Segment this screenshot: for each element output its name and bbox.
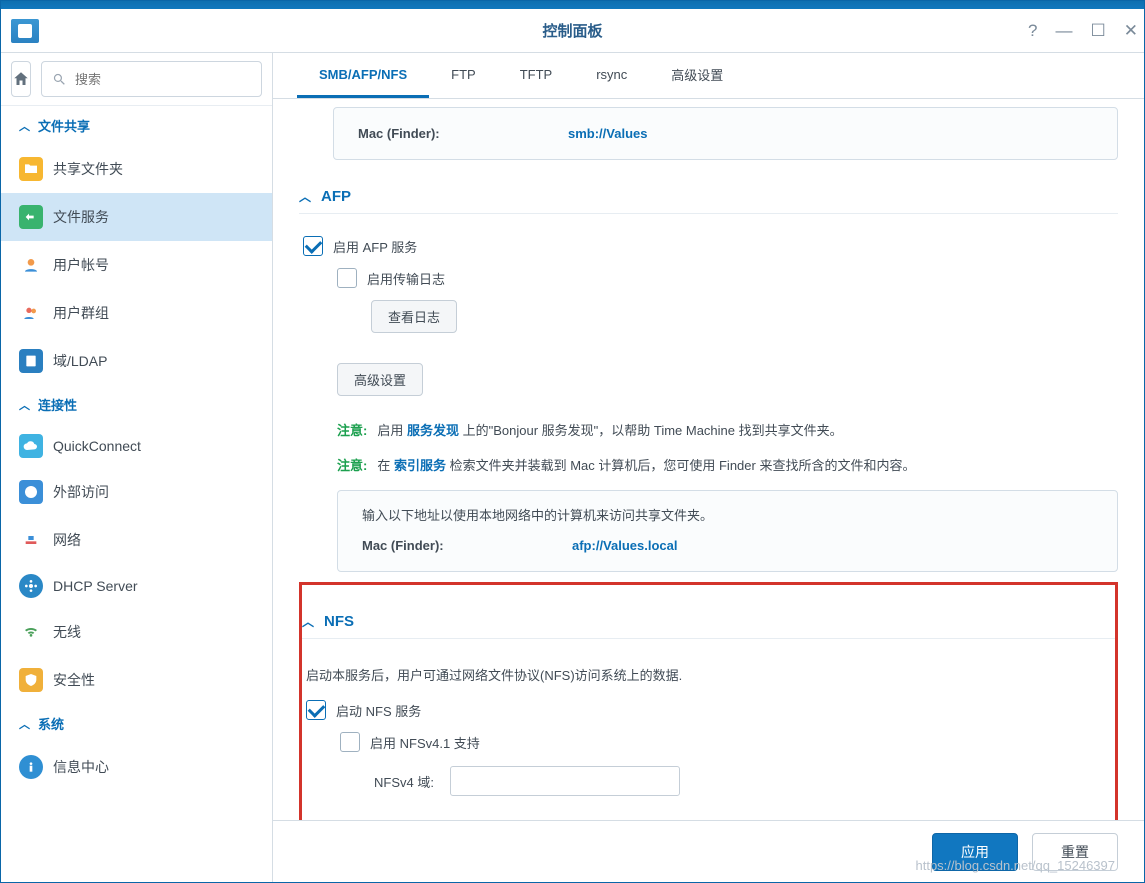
sidebar-item-group[interactable]: 用户群组 xyxy=(1,289,272,337)
home-icon xyxy=(12,70,30,88)
globe-icon xyxy=(19,480,43,504)
afp-section-header[interactable]: ︿AFP xyxy=(299,188,1118,214)
close-icon[interactable]: ✕ xyxy=(1124,21,1138,41)
sidebar-item-dhcp[interactable]: DHCP Server xyxy=(1,564,272,608)
sidebar-item-network[interactable]: 网络 xyxy=(1,516,272,564)
chevron-up-icon: ︿ xyxy=(19,118,30,134)
window-title: 控制面板 xyxy=(1,20,1144,41)
afp-log-checkbox[interactable] xyxy=(337,268,357,288)
home-button[interactable] xyxy=(11,61,31,97)
footer: https://blog.csdn.net/qq_15246397 应用 重置 xyxy=(273,820,1144,882)
window-top-border xyxy=(1,1,1144,9)
info-icon xyxy=(19,755,43,779)
sidebar-section-file-sharing[interactable]: ︿文件共享 xyxy=(1,106,272,145)
nfs-section-header[interactable]: ︿NFS xyxy=(302,613,1115,639)
ldap-icon xyxy=(19,349,43,373)
sidebar-item-wireless[interactable]: 无线 xyxy=(1,608,272,656)
dhcp-icon xyxy=(19,574,43,598)
smb-mac-label: Mac (Finder): xyxy=(358,126,568,141)
tab-ftp[interactable]: FTP xyxy=(429,53,498,98)
sidebar-item-file-services[interactable]: 文件服务 xyxy=(1,193,272,241)
nfs-v41-label: 启用 NFSv4.1 支持 xyxy=(370,733,480,752)
nfs-enable-checkbox[interactable] xyxy=(306,700,326,720)
cloud-icon xyxy=(19,434,43,458)
nfs-highlight-box: ︿NFS 启动本服务后，用户可通过网络文件协议(NFS)访问系统上的数据. 启动… xyxy=(299,582,1118,820)
smb-mac-value: smb://Values xyxy=(568,126,647,141)
tab-rsync[interactable]: rsync xyxy=(574,53,649,98)
search-icon xyxy=(52,72,67,87)
chevron-up-icon: ︿ xyxy=(302,613,314,630)
afp-note-2: 注意:在 索引服务 检索文件夹并装载到 Mac 计算机后，您可使用 Finder… xyxy=(337,447,1118,482)
folder-icon xyxy=(19,157,43,181)
wifi-icon xyxy=(19,620,43,644)
apply-button[interactable]: 应用 xyxy=(932,833,1018,871)
title-bar: 控制面板 ? — ☐ ✕ xyxy=(1,9,1144,53)
nfs-domain-label: NFSv4 域: xyxy=(374,772,434,791)
tab-advanced[interactable]: 高级设置 xyxy=(649,53,745,98)
help-icon[interactable]: ? xyxy=(1028,21,1037,41)
sidebar-item-shared-folder[interactable]: 共享文件夹 xyxy=(1,145,272,193)
afp-mac-value: afp://Values.local xyxy=(572,538,678,553)
network-icon xyxy=(19,528,43,552)
file-service-icon xyxy=(19,205,43,229)
view-log-button[interactable]: 查看日志 xyxy=(371,300,457,333)
chevron-up-icon: ︿ xyxy=(299,188,311,205)
tab-tftp[interactable]: TFTP xyxy=(498,53,575,98)
maximize-icon[interactable]: ☐ xyxy=(1091,21,1106,41)
sidebar-item-quickconnect[interactable]: QuickConnect xyxy=(1,424,272,468)
afp-enable-label: 启用 AFP 服务 xyxy=(333,237,417,256)
nfs-description: 启动本服务后，用户可通过网络文件协议(NFS)访问系统上的数据. xyxy=(306,655,1115,694)
user-icon xyxy=(19,253,43,277)
smb-info-box: Mac (Finder):smb://Values xyxy=(333,107,1118,160)
afp-info-box: 输入以下地址以使用本地网络中的计算机来访问共享文件夹。 Mac (Finder)… xyxy=(337,490,1118,572)
afp-mac-label: Mac (Finder): xyxy=(362,538,572,553)
nfs-enable-label: 启动 NFS 服务 xyxy=(336,701,421,720)
afp-note-1: 注意:启用 服务发现 上的"Bonjour 服务发现"，以帮助 Time Mac… xyxy=(337,412,1118,447)
minimize-icon[interactable]: — xyxy=(1056,21,1073,41)
chevron-up-icon: ︿ xyxy=(19,716,30,732)
reset-button[interactable]: 重置 xyxy=(1032,833,1118,871)
sidebar: ︿文件共享 共享文件夹 文件服务 用户帐号 用户群组 域/LDAP ︿连接性 Q… xyxy=(1,53,273,882)
service-discovery-link[interactable]: 服务发现 xyxy=(407,423,459,438)
sidebar-item-security[interactable]: 安全性 xyxy=(1,656,272,704)
afp-advanced-button[interactable]: 高级设置 xyxy=(337,363,423,396)
tab-smb-afp-nfs[interactable]: SMB/AFP/NFS xyxy=(297,53,429,98)
sidebar-section-connectivity[interactable]: ︿连接性 xyxy=(1,385,272,424)
sidebar-item-info-center[interactable]: 信息中心 xyxy=(1,743,272,791)
sidebar-item-ldap[interactable]: 域/LDAP xyxy=(1,337,272,385)
search-input-wrap[interactable] xyxy=(41,61,262,97)
sidebar-item-user[interactable]: 用户帐号 xyxy=(1,241,272,289)
shield-icon xyxy=(19,668,43,692)
nfs-domain-input[interactable] xyxy=(450,766,680,796)
sidebar-item-external-access[interactable]: 外部访问 xyxy=(1,468,272,516)
afp-log-label: 启用传输日志 xyxy=(367,269,445,288)
tab-row: SMB/AFP/NFS FTP TFTP rsync 高级设置 xyxy=(273,53,1144,99)
group-icon xyxy=(19,301,43,325)
afp-enable-checkbox[interactable] xyxy=(303,236,323,256)
search-input[interactable] xyxy=(75,72,251,87)
chevron-up-icon: ︿ xyxy=(19,397,30,413)
nfs-v41-checkbox[interactable] xyxy=(340,732,360,752)
index-service-link[interactable]: 索引服务 xyxy=(394,458,446,473)
sidebar-section-system[interactable]: ︿系统 xyxy=(1,704,272,743)
